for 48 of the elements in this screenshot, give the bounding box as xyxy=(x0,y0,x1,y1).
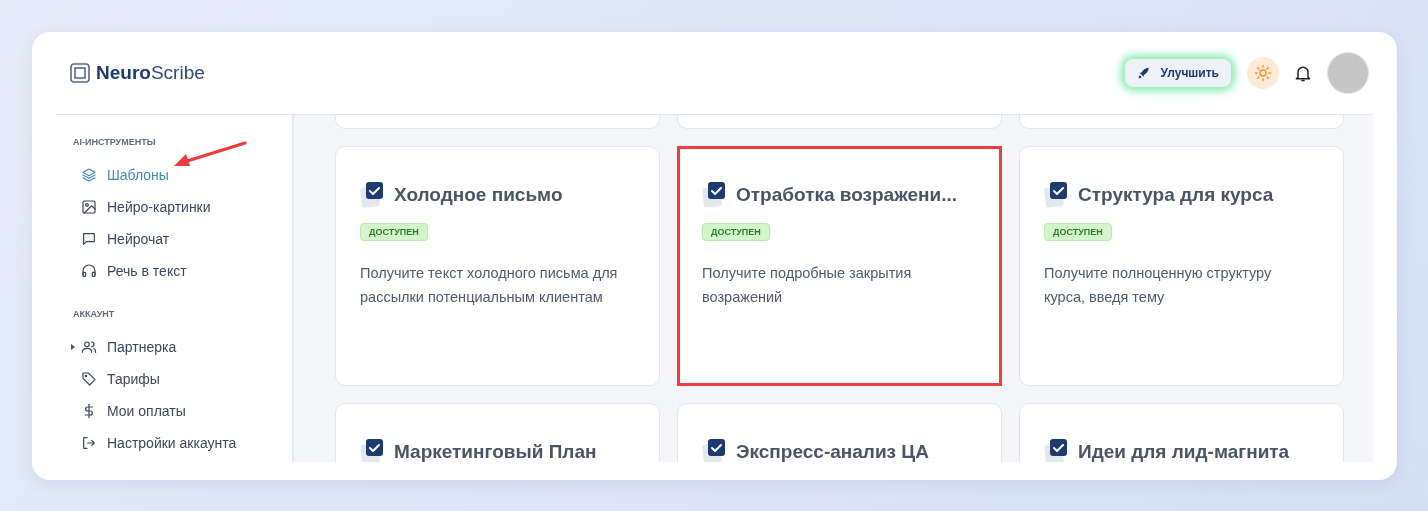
card-title: Отработка возражени... xyxy=(736,184,957,206)
card-description: Получите полноценную структуру курса, введя тему xyxy=(1044,264,1273,307)
image-icon xyxy=(81,199,97,215)
card-title: Экспресс-анализ ЦА xyxy=(736,441,929,462)
headphones-icon xyxy=(81,263,97,279)
sidebar-item[interactable]: Нейрочат xyxy=(73,223,176,255)
template-card[interactable]: Холодное письмо ДОСТУПЕН Получите текст холодного письма для рассылки потенциальным клиентам xyxy=(335,146,660,386)
checkbox-icon xyxy=(702,181,728,209)
upgrade-button[interactable]: Улучшить xyxy=(1124,59,1231,87)
card-title: Маркетинговый План xyxy=(394,441,597,462)
card-description: Получите текст холодного письма для рассылки потенциальным клиентам xyxy=(360,264,619,307)
template-card[interactable]: Маркетинговый План xyxy=(335,403,660,462)
card-description: Получите подробные закрытия возражений xyxy=(702,264,913,307)
sidebar-item[interactable]: Нейро-картинки xyxy=(73,191,217,223)
card-title: Структура для курса xyxy=(1078,184,1274,206)
card-title: Идеи для лид-магнита xyxy=(1078,441,1290,462)
tag-icon xyxy=(81,371,97,387)
chat-icon xyxy=(81,231,97,247)
template-card[interactable]: Экспресс-анализ ЦА xyxy=(677,403,1002,462)
users-icon xyxy=(81,339,97,355)
card-title: Холодное письмо xyxy=(394,184,563,206)
status-badge: ДОСТУПЕН xyxy=(702,223,770,241)
template-card[interactable]: Отработка возражени... ДОСТУПЕН Получите подробные закрытия возражений xyxy=(677,146,1002,386)
sidebar-item[interactable]: Тарифы xyxy=(73,363,166,395)
sidebar-item[interactable]: Речь в текст xyxy=(73,255,193,287)
exit-icon xyxy=(81,435,97,451)
layers-icon xyxy=(81,167,97,183)
template-card[interactable]: Идеи для лид-магнита xyxy=(1019,403,1344,462)
status-badge: ДОСТУПЕН xyxy=(1044,223,1112,241)
caret-icon[interactable] xyxy=(71,344,75,350)
logo-icon xyxy=(70,63,90,83)
template-card[interactable]: Структура для курса ДОСТУПЕН Получите полноценную структуру курса, введя тему xyxy=(1019,146,1344,386)
checkbox-icon xyxy=(1044,181,1070,209)
checkbox-icon xyxy=(702,438,728,462)
status-badge: ДОСТУПЕН xyxy=(360,223,428,241)
rocket-icon xyxy=(1136,66,1151,80)
brand-name: NeuroScribe xyxy=(96,62,205,84)
section-title: АККАУНТ xyxy=(73,309,116,319)
sidebar-item[interactable]: Партнерка xyxy=(73,331,183,363)
sidebar-item[interactable]: Мои оплаты xyxy=(73,395,192,427)
theme-toggle[interactable] xyxy=(1247,57,1279,89)
sidebar-item[interactable]: Настройки аккаунта xyxy=(73,427,243,459)
sun-icon xyxy=(1254,64,1272,82)
checkbox-icon xyxy=(1044,438,1070,462)
sidebar-item[interactable]: Шаблоны xyxy=(73,159,175,191)
section-title: AI-ИНСТРУМЕНТЫ xyxy=(73,137,157,147)
checkbox-icon xyxy=(360,181,386,209)
checkbox-icon xyxy=(360,438,386,462)
